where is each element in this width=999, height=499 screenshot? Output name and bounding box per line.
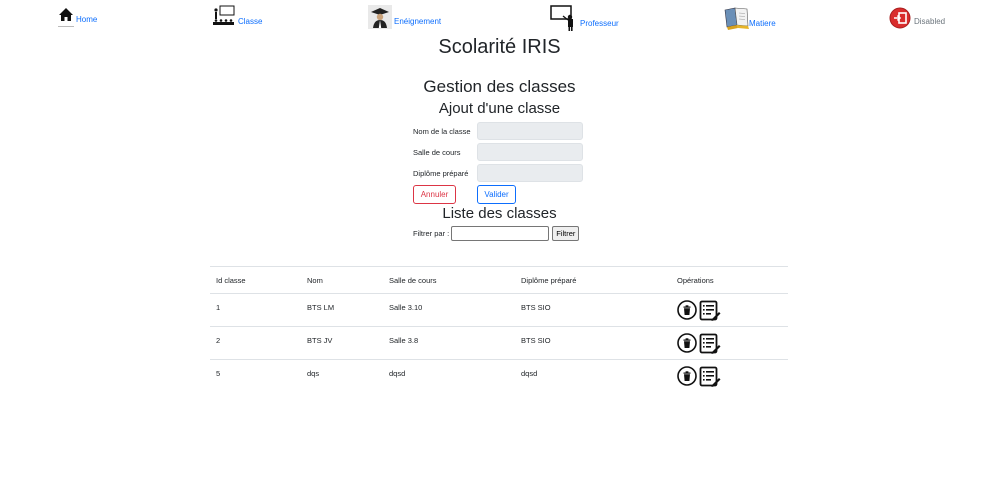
cell-salle: Salle 3.10 [383,293,515,327]
diplome-input[interactable] [477,164,583,182]
classes-table: Id classe Nom Salle de cours Diplôme pré… [210,266,788,393]
cell-salle: Salle 3.8 [383,326,515,360]
form-row-salle: Salle de cours [413,143,583,161]
edit-list-icon[interactable] [699,300,721,324]
trash-icon[interactable] [677,333,697,357]
submit-button[interactable]: Valider [477,185,516,204]
nav-disabled-label: Disabled [914,17,946,26]
filter-bar: Filtrer par : Filtrer [413,226,580,241]
form-row-diplome: Diplôme préparé [413,164,583,182]
diplome-label: Diplôme préparé [413,168,469,178]
table-row: 1 BTS LM Salle 3.10 BTS SIO [210,293,788,327]
page-title: Scolarité IRIS [438,36,561,58]
cell-operations [671,359,788,393]
nav-professeur[interactable]: Professeur [550,5,619,33]
salle-label: Salle de cours [413,147,461,157]
column-header: Id classe [210,266,301,294]
cell-diplome: BTS SIO [515,293,671,327]
nav-classe-label: Classe [238,17,263,26]
trash-icon[interactable] [677,300,697,324]
table-row: 2 BTS JV Salle 3.8 BTS SIO [210,326,788,360]
nav-disabled: Disabled [888,5,945,31]
cell-id: 2 [210,326,301,360]
nav-professeur-label: Professeur [580,19,619,28]
classroom-icon [212,5,236,31]
nav-enseignement[interactable]: Enéignement [368,5,441,31]
trash-icon[interactable] [677,366,697,390]
exit-icon [888,5,912,31]
home-icon [58,5,74,29]
graduate-icon [368,5,392,31]
cell-id: 1 [210,293,301,327]
cell-nom: BTS LM [301,293,383,327]
nav-home-label: Home [76,15,98,24]
column-header: Nom [301,266,383,294]
form-row-nom: Nom de la classe [413,122,583,140]
nom-label: Nom de la classe [413,126,471,136]
filter-input[interactable] [451,226,550,241]
column-header: Salle de cours [383,266,515,294]
filter-label: Filtrer par : [413,229,450,238]
cell-diplome: dqsd [515,359,671,393]
table-row: 5 dqs dqsd dqsd [210,359,788,393]
cell-operations [671,326,788,360]
table-header-row: Id classe Nom Salle de cours Diplôme pré… [210,266,788,294]
nav-matiere[interactable]: Matiere [723,5,776,33]
nav-enseignement-label: Enéignement [394,17,442,26]
cell-nom: BTS JV [301,326,383,360]
cancel-button[interactable]: Annuler [413,185,456,204]
cell-diplome: BTS SIO [515,326,671,360]
filter-button[interactable]: Filtrer [552,226,580,241]
section-title: Gestion des classes [423,77,576,96]
teacher-board-icon [550,5,578,33]
book-icon [723,5,751,33]
edit-list-icon[interactable] [699,366,721,390]
nav-home[interactable]: Home [58,5,97,29]
column-header: Opérations [671,266,788,294]
nav-classe[interactable]: Classe [212,5,262,31]
top-navigation: Home Classe Enéignement Professeur Matie… [0,0,999,32]
cell-salle: dqsd [383,359,515,393]
cell-operations [671,293,788,327]
list-title: Liste des classes [442,205,557,222]
nom-input[interactable] [477,122,583,140]
form-title: Ajout d'une classe [438,100,561,117]
nav-matiere-label: Matiere [749,19,776,28]
edit-list-icon[interactable] [699,333,721,357]
column-header: Diplôme préparé [515,266,671,294]
salle-input[interactable] [477,143,583,161]
cell-id: 5 [210,359,301,393]
cell-nom: dqs [301,359,383,393]
